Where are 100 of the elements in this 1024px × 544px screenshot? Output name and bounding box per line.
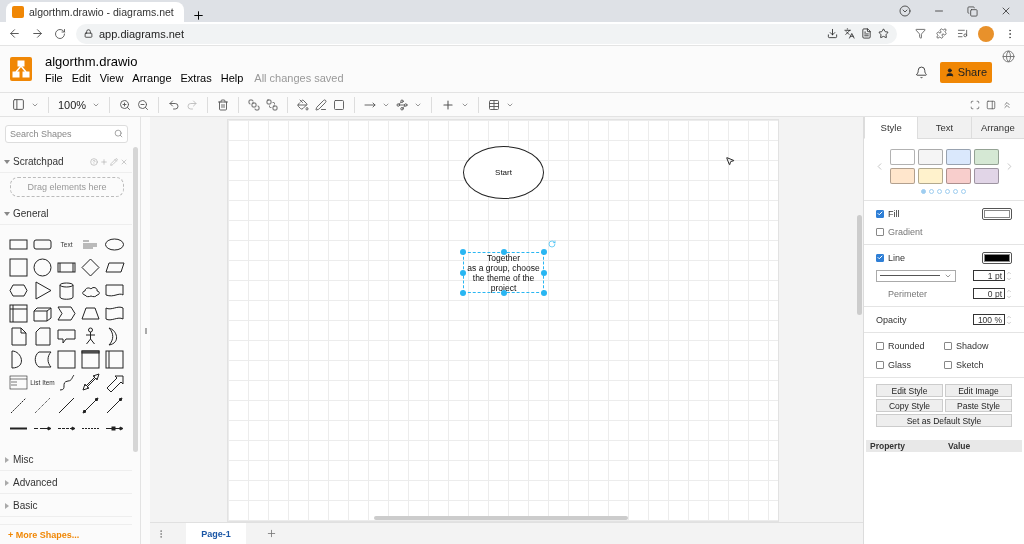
checkbox[interactable] (876, 209, 884, 218)
style-swatch[interactable] (918, 149, 943, 165)
line-width-field[interactable]: 1 pt (973, 270, 1005, 281)
zoom-in-icon[interactable] (119, 98, 132, 111)
globe-icon[interactable] (1002, 50, 1015, 63)
trash-icon[interactable] (217, 98, 230, 111)
menu-item[interactable]: View (99, 72, 124, 84)
caret-down-icon[interactable] (4, 210, 10, 217)
page-dot[interactable] (952, 189, 958, 194)
splitter-handle[interactable] (144, 327, 147, 334)
share-button[interactable]: Share (940, 61, 992, 83)
caret-down-icon[interactable] (4, 158, 10, 165)
section-title[interactable]: Scratchpad (13, 156, 64, 167)
style-swatch[interactable] (974, 149, 999, 165)
bidir-arrow-shape-icon[interactable] (80, 372, 101, 393)
page-dot[interactable] (928, 189, 934, 194)
address-bar[interactable]: app.diagrams.net (76, 23, 897, 44)
style-swatch[interactable] (890, 149, 915, 165)
style-swatch[interactable] (946, 149, 971, 165)
menu-item[interactable]: Extras (180, 72, 212, 84)
close-icon[interactable] (1000, 5, 1012, 17)
install-icon[interactable] (827, 28, 838, 39)
restore-icon[interactable] (967, 5, 978, 17)
checkbox[interactable] (944, 360, 952, 369)
style-swatch[interactable] (974, 168, 999, 184)
page-tab[interactable]: Page-1 (186, 522, 246, 544)
media-icon[interactable] (957, 28, 968, 39)
fullscreen-icon[interactable] (970, 99, 980, 110)
cylinder-shape-icon[interactable] (56, 280, 77, 301)
ellipse-shape[interactable]: Start (463, 146, 544, 199)
checkbox[interactable] (944, 341, 952, 350)
checkbox[interactable] (876, 253, 884, 262)
step-shape-icon[interactable] (56, 303, 77, 324)
opacity-field[interactable]: 100 % (973, 314, 1005, 325)
reload-icon[interactable] (54, 27, 66, 40)
menu-item[interactable]: File (45, 72, 63, 84)
search-icon[interactable] (114, 129, 123, 138)
panel-icon[interactable] (12, 98, 25, 111)
add-page-icon[interactable] (266, 528, 277, 539)
extensions-icon[interactable] (936, 28, 947, 39)
page-dot[interactable] (960, 189, 966, 194)
translate-icon[interactable] (844, 28, 855, 39)
forward-icon[interactable] (31, 27, 44, 40)
waypoints-icon[interactable] (396, 98, 409, 111)
section-title[interactable]: Advanced (13, 477, 58, 488)
search-field[interactable]: Search Shapes (5, 125, 128, 143)
menu-item[interactable]: Arrange (132, 72, 172, 84)
browser-tab[interactable]: algorthm.drawio - diagrams.net (6, 2, 184, 22)
back-icon[interactable] (8, 27, 21, 40)
storage-shape-icon[interactable] (8, 303, 29, 324)
scrollbar[interactable] (857, 215, 862, 315)
scrollbar[interactable] (133, 147, 138, 452)
page-dot[interactable] (936, 189, 942, 194)
bidir-line-shape-icon[interactable] (80, 395, 101, 416)
file-title[interactable]: algorthm.drawio (45, 54, 344, 69)
resize-handle[interactable] (460, 249, 466, 255)
style-button[interactable]: Set as Default Style (876, 414, 1012, 427)
page-dot[interactable] (944, 189, 950, 194)
shadow-icon[interactable] (333, 98, 346, 111)
line-shape-icon[interactable] (56, 395, 77, 416)
resize-handle[interactable] (500, 249, 507, 255)
star-icon[interactable] (878, 28, 889, 39)
checkbox[interactable] (876, 227, 884, 236)
style-button[interactable]: Copy Style (876, 399, 943, 412)
column-header[interactable]: Property (866, 441, 944, 451)
filter-icon[interactable] (915, 28, 926, 39)
resize-handle[interactable] (541, 249, 547, 255)
style-button[interactable]: Edit Style (876, 384, 943, 397)
section-title[interactable]: General (13, 208, 49, 219)
checkbox[interactable] (876, 360, 884, 369)
tab-search-icon[interactable] (899, 5, 911, 17)
undo-icon[interactable] (168, 98, 181, 111)
panel-tab[interactable]: Arrange (970, 117, 1024, 139)
avatar[interactable] (978, 25, 994, 42)
resize-handle[interactable] (541, 269, 547, 276)
line-color-icon[interactable] (315, 98, 328, 111)
resize-handle[interactable] (541, 290, 547, 296)
style-button[interactable]: Edit Image (945, 384, 1012, 397)
menu-item[interactable]: Help (220, 72, 244, 84)
section-title[interactable]: Misc (13, 454, 34, 465)
insert-icon[interactable] (441, 97, 456, 112)
zoom-out-icon[interactable] (137, 98, 150, 111)
style-swatch[interactable] (918, 168, 943, 184)
rotate-handle-icon[interactable] (548, 240, 556, 248)
caret-right-icon[interactable] (4, 479, 10, 486)
collapse-icon[interactable] (1002, 99, 1012, 110)
caret-right-icon[interactable] (4, 502, 10, 509)
style-button[interactable]: Paste Style (945, 399, 1012, 412)
perimeter-field[interactable]: 0 pt (973, 288, 1005, 299)
format-panel-icon[interactable] (986, 99, 996, 110)
container-shape-icon[interactable] (80, 349, 101, 370)
page-dot[interactable] (920, 189, 926, 194)
line-style-dropdown[interactable] (876, 269, 956, 282)
resize-handle[interactable] (460, 290, 466, 296)
bell-icon[interactable] (915, 65, 928, 79)
new-tab-icon[interactable] (192, 9, 205, 22)
resize-handle[interactable] (460, 269, 466, 276)
menu-item[interactable]: Edit (71, 72, 91, 84)
section-title[interactable]: Basic (13, 500, 38, 511)
table-icon[interactable] (488, 98, 501, 111)
